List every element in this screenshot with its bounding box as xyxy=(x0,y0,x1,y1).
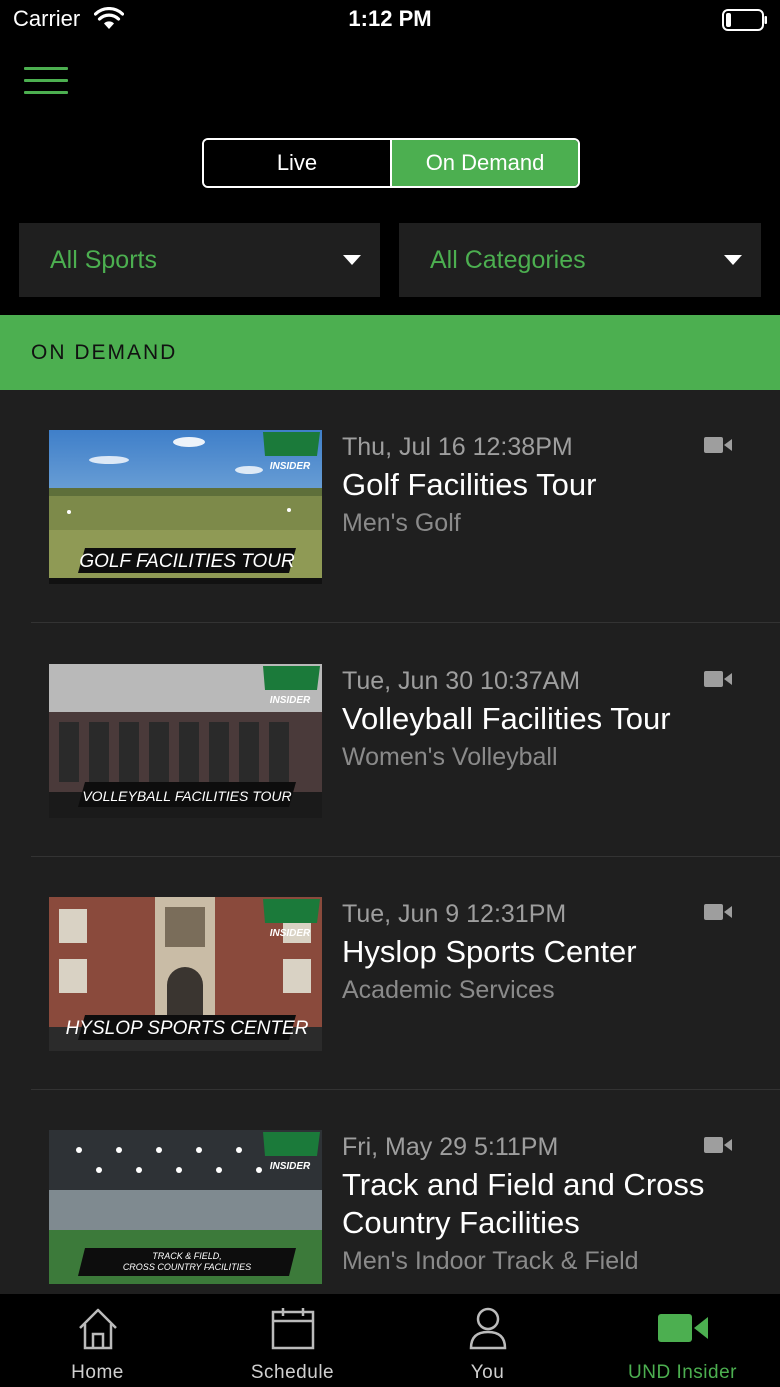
item-title: Golf Facilities Tour xyxy=(342,467,597,502)
tab-bar: Home Schedule You UND Insider xyxy=(0,1294,780,1387)
video-thumbnail: INSIDER TRACK & FIELD, CROSS COUNTRY FACIL… xyxy=(49,1130,322,1284)
item-category: Women's Volleyball xyxy=(342,743,558,771)
item-title: Volleyball Facilities Tour xyxy=(342,701,671,736)
video-thumbnail: INSIDER HYSLOP SPORTS CENTER xyxy=(49,897,322,1051)
filter-area: Live On Demand All Sports All Categories xyxy=(0,120,780,315)
section-title: ON DEMAND xyxy=(31,340,178,364)
list-item[interactable]: INSIDER TRACK & FIELD, CROSS COUNTRY FACIL… xyxy=(0,1090,780,1294)
segment-on-demand[interactable]: On Demand xyxy=(392,140,578,186)
tab-label: Schedule xyxy=(250,1362,335,1383)
video-camera-icon xyxy=(657,1314,708,1342)
video-thumbnail: INSIDER GOLF FACILITIES TOUR xyxy=(49,430,322,584)
item-category: Men's Golf xyxy=(342,509,461,537)
tab-label: You xyxy=(470,1362,505,1383)
segment-live[interactable]: Live xyxy=(204,140,392,186)
status-bar: Carrier 1:12 PM xyxy=(0,0,780,40)
sports-dropdown-label: All Sports xyxy=(50,245,157,274)
battery-icon xyxy=(722,9,767,31)
item-category: Academic Services xyxy=(342,976,555,1004)
tab-label: UND Insider xyxy=(628,1362,737,1383)
tab-label: Home xyxy=(71,1362,124,1383)
video-thumbnail: INSIDER VOLLEYBALL FACILITIES TOUR xyxy=(49,664,322,818)
thumbnail-caption: GOLF FACILITIES TOUR xyxy=(79,551,295,572)
item-date: Thu, Jul 16 12:38PM xyxy=(342,433,573,461)
tab-home[interactable]: Home xyxy=(0,1294,195,1387)
hamburger-menu-icon[interactable] xyxy=(24,67,70,95)
item-date: Tue, Jun 30 10:37AM xyxy=(342,667,581,695)
list-divider xyxy=(31,622,780,623)
list-item[interactable]: INSIDER GOLF FACILITIES TOUR Thu, Jul 16 … xyxy=(0,390,780,623)
tab-you[interactable]: You xyxy=(390,1294,585,1387)
list-item[interactable]: INSIDER HYSLOP SPORTS CENTER Tue, Jun 9 1… xyxy=(0,857,780,1090)
tab-schedule[interactable]: Schedule xyxy=(195,1294,390,1387)
item-meta: Fri, May 29 5:11PM Track and Field and C… xyxy=(342,1132,712,1276)
chevron-down-icon xyxy=(724,255,742,265)
video-camera-icon xyxy=(704,437,732,453)
categories-dropdown[interactable]: All Categories xyxy=(399,223,761,297)
item-title: Hyslop Sports Center xyxy=(342,934,637,969)
item-category: Men's Indoor Track & Field xyxy=(342,1247,639,1275)
item-date: Fri, May 29 5:11PM xyxy=(342,1133,559,1161)
navigation-bar xyxy=(0,40,780,120)
insider-badge-text: INSIDER xyxy=(270,1161,311,1172)
sports-dropdown[interactable]: All Sports xyxy=(19,223,380,297)
video-camera-icon xyxy=(704,671,732,687)
categories-dropdown-label: All Categories xyxy=(430,245,586,274)
calendar-icon xyxy=(271,1308,314,1350)
video-list: INSIDER GOLF FACILITIES TOUR Thu, Jul 16 … xyxy=(0,390,780,1294)
insider-badge-text: INSIDER xyxy=(270,695,311,706)
tab-und-insider[interactable]: UND Insider xyxy=(585,1294,780,1387)
insider-badge-text: INSIDER xyxy=(270,461,311,472)
item-meta: Thu, Jul 16 12:38PM Golf Facilities Tour… xyxy=(342,432,712,538)
item-meta: Tue, Jun 30 10:37AM Volleyball Facilitie… xyxy=(342,666,712,772)
thumbnail-caption: HYSLOP SPORTS CENTER xyxy=(66,1018,309,1039)
live-on-demand-toggle: Live On Demand xyxy=(202,138,580,188)
item-title: Track and Field and Cross Country Facili… xyxy=(342,1167,705,1240)
status-time: 1:12 PM xyxy=(348,6,432,31)
video-camera-icon xyxy=(704,904,732,920)
chevron-down-icon xyxy=(343,255,361,265)
list-item[interactable]: INSIDER VOLLEYBALL FACILITIES TOUR Tue, J… xyxy=(0,624,780,857)
video-camera-icon xyxy=(704,1137,732,1153)
home-icon xyxy=(78,1308,117,1350)
item-meta: Tue, Jun 9 12:31PM Hyslop Sports Center … xyxy=(342,899,712,1005)
person-icon xyxy=(469,1307,506,1350)
insider-badge-text: INSIDER xyxy=(270,928,311,939)
item-date: Tue, Jun 9 12:31PM xyxy=(342,900,567,928)
thumbnail-caption: VOLLEYBALL FACILITIES TOUR xyxy=(82,788,291,804)
section-header: ON DEMAND xyxy=(0,315,780,390)
